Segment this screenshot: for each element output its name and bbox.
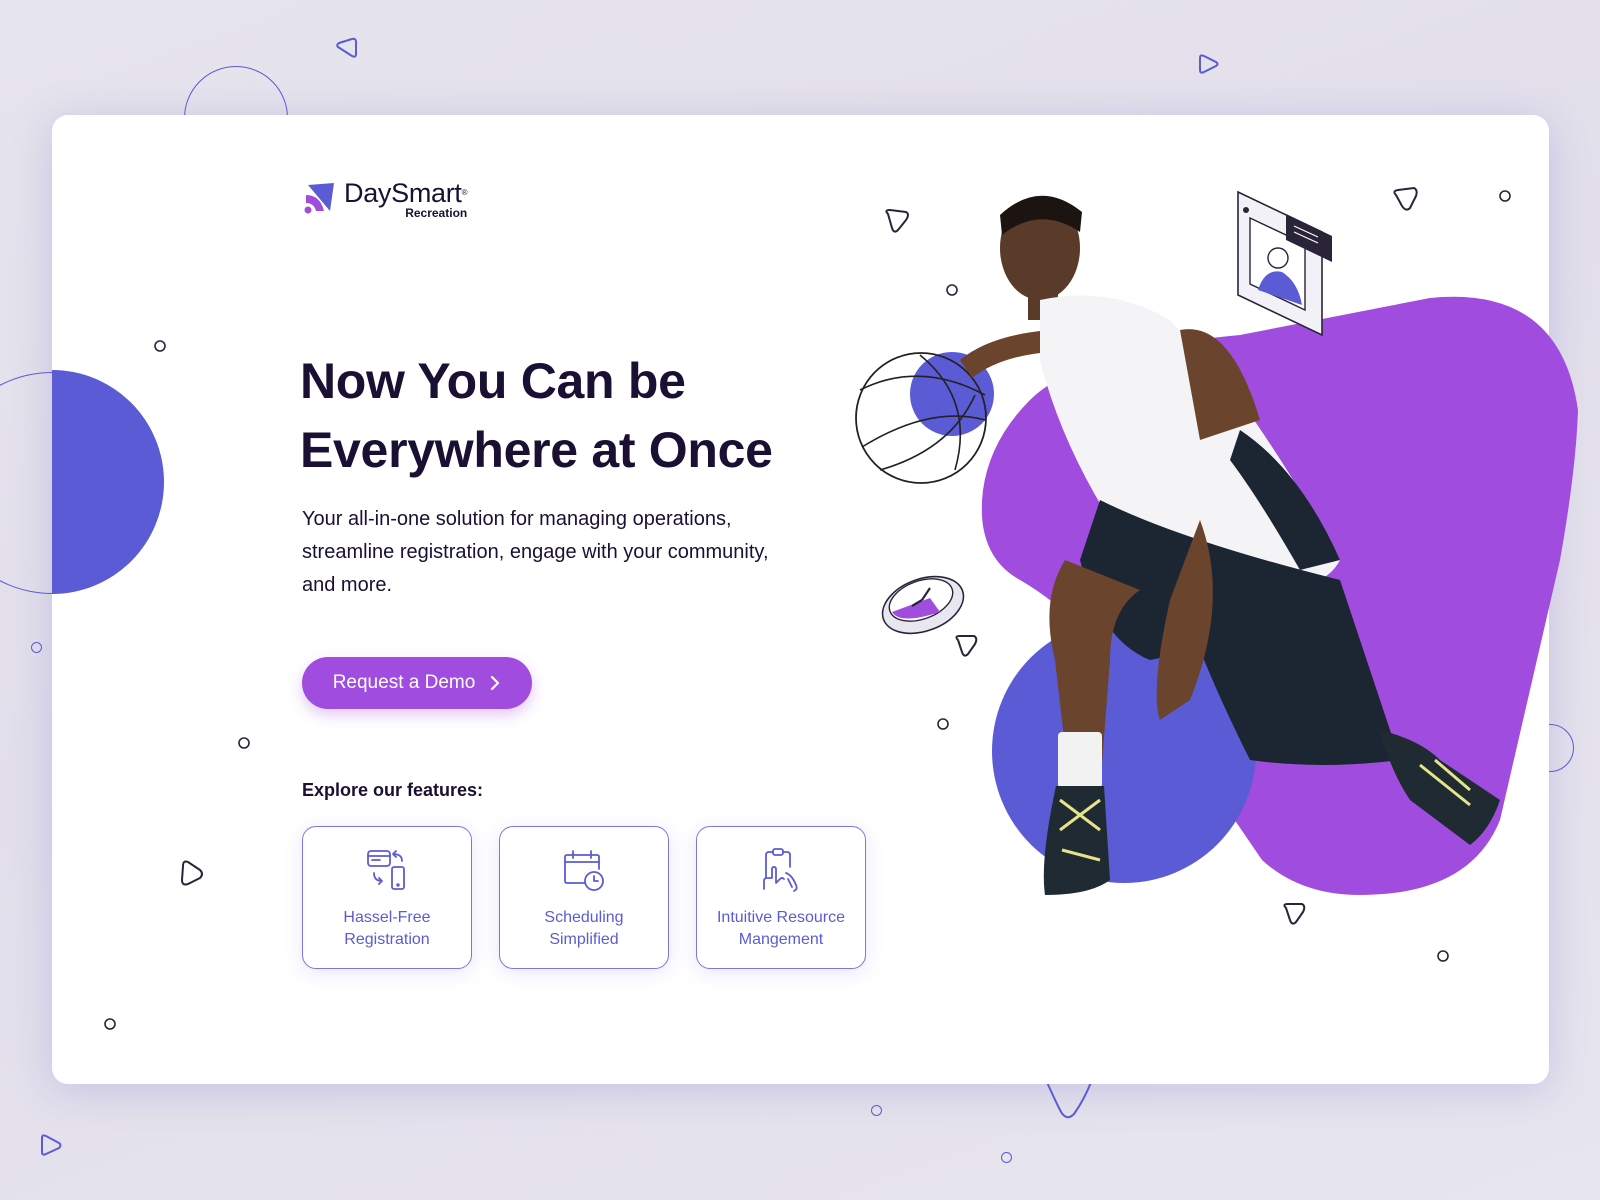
brand-name: DaySmart® xyxy=(344,178,468,208)
features-heading: Explore our features: xyxy=(302,780,484,800)
decor-dot-ring xyxy=(871,1105,882,1116)
decor-dot-ring xyxy=(1001,1152,1012,1163)
feature-label: Hassel-Free Registration xyxy=(343,909,431,948)
hero-subtext: Your all-in-one solution for managing op… xyxy=(302,508,769,596)
feature-card-registration[interactable]: Hassel-Free Registration xyxy=(302,826,472,969)
page-title: Now You Can be Everywhere at Once xyxy=(300,347,860,485)
feature-card-scheduling[interactable]: Scheduling Simplified xyxy=(499,826,669,969)
features-list: Hassel-Free Registration Scheduling Simpli… xyxy=(302,826,866,969)
decor-triangle-icon xyxy=(41,1134,62,1156)
feature-label: Intuitive Resource Mangement xyxy=(716,909,846,948)
clipboard-hand-icon xyxy=(763,848,798,892)
decor-drop-shape-icon xyxy=(1045,1079,1093,1119)
request-demo-button[interactable]: Request a Demo xyxy=(302,657,532,709)
decor-triangle-icon xyxy=(1199,54,1219,74)
feature-label: Scheduling Simplified xyxy=(544,909,624,948)
card-phone-sync-icon xyxy=(367,850,405,890)
feature-card-resource-management[interactable]: Intuitive Resource Mangement xyxy=(696,826,866,969)
headline-line-1: Now You Can be xyxy=(300,353,686,409)
chevron-right-icon xyxy=(491,675,500,691)
calendar-clock-icon xyxy=(564,850,604,891)
brand-product: Recreation xyxy=(405,206,468,220)
brand-logo[interactable]: DaySmart® Recreation xyxy=(302,178,468,220)
daysmart-logo-icon xyxy=(304,183,334,214)
decor-dot-ring xyxy=(31,642,42,653)
decor-triangle-icon xyxy=(336,37,357,58)
headline-line-2: Everywhere at Once xyxy=(300,422,773,478)
request-demo-label: Request a Demo xyxy=(332,672,476,693)
